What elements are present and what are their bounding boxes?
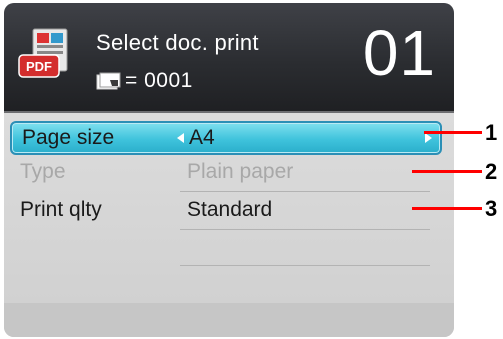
document-count: = 0001 (96, 69, 195, 93)
callout-line-3 (412, 207, 482, 210)
row-divider (180, 191, 430, 192)
pdf-icon-text: PDF (26, 59, 52, 74)
arrow-right-icon[interactable] (425, 133, 432, 143)
callout-line-1 (424, 131, 482, 134)
screen-title: Select doc. print (96, 30, 259, 55)
document-count-value: = 0001 (125, 69, 193, 92)
arrow-left-icon[interactable] (177, 133, 184, 143)
row-divider (180, 265, 430, 266)
page-stack-icon (96, 72, 121, 90)
callout-number-3: 3 (485, 196, 498, 221)
type-value: Plain paper (187, 160, 294, 183)
menu-row-print-quality[interactable]: Print qlty Standard (10, 195, 438, 225)
callout-number-1: 1 (485, 120, 498, 145)
page-size-value: A4 (189, 126, 215, 149)
print-quality-value: Standard (187, 198, 273, 221)
page-size-label: Page size (22, 126, 115, 149)
type-label: Type (20, 160, 66, 183)
lcd-screen: PDF Select doc. print = 0001 01 Page siz… (4, 3, 454, 337)
callout-number-2: 2 (485, 159, 498, 184)
row-divider (180, 229, 430, 230)
callout-line-2 (412, 170, 482, 173)
menu-row-page-size[interactable]: Page size A4 (10, 121, 442, 155)
screen-header: PDF Select doc. print = 0001 01 (4, 3, 454, 114)
screen-number: 01 (362, 17, 436, 89)
menu-row-type: Type Plain paper (10, 157, 438, 187)
bottom-band (4, 303, 454, 337)
pdf-document-icon: PDF (18, 28, 68, 78)
print-quality-label: Print qlty (20, 198, 102, 221)
